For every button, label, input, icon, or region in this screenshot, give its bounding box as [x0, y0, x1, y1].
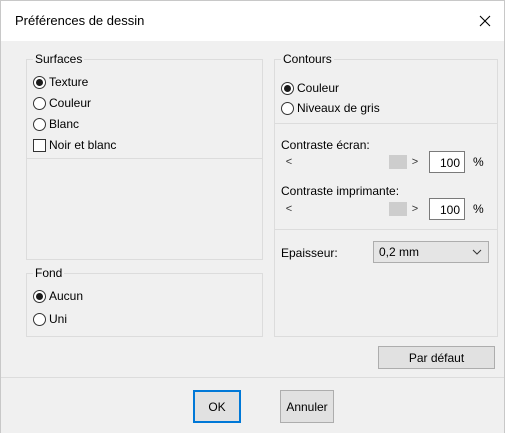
checkbox-indicator: [33, 138, 46, 152]
scroll-left-arrow[interactable]: <: [281, 154, 297, 170]
radio-surface-texture[interactable]: Texture: [33, 74, 88, 90]
thickness-label: Epaisseur:: [281, 246, 338, 260]
radio-label: Blanc: [49, 117, 80, 131]
checkbox-noir-et-blanc[interactable]: Noir et blanc: [33, 137, 116, 153]
dialog-footer: OK Annuler: [1, 377, 504, 433]
screen-contrast-scrollbar[interactable]: < >: [281, 154, 423, 170]
printer-contrast-scrollbar[interactable]: < >: [281, 201, 423, 217]
ok-button[interactable]: OK: [193, 390, 241, 423]
radio-label: Uni: [49, 312, 68, 326]
default-button[interactable]: Par défaut: [378, 346, 495, 369]
radio-surface-blanc[interactable]: Blanc: [33, 116, 79, 132]
radio-label: Couleur: [49, 96, 92, 110]
surfaces-group: Surfaces Texture Couleur Blanc Noir et b…: [26, 52, 263, 260]
radio-fond-uni[interactable]: Uni: [33, 311, 67, 327]
scroll-right-arrow[interactable]: >: [407, 201, 423, 217]
thickness-value: 0,2 mm: [379, 245, 420, 259]
scroll-thumb[interactable]: [389, 202, 407, 216]
fond-legend: Fond: [33, 266, 65, 280]
printer-contrast-label: Contraste imprimante:: [281, 184, 400, 198]
radio-indicator: [281, 81, 294, 95]
dialog-title: Préférences de dessin: [15, 13, 145, 28]
radio-indicator: [33, 96, 46, 110]
radio-label: Niveaux de gris: [297, 101, 380, 115]
screen-contrast-unit: %: [473, 155, 484, 169]
radio-surface-couleur[interactable]: Couleur: [33, 95, 91, 111]
radio-indicator: [33, 117, 46, 131]
radio-indicator: [33, 289, 46, 303]
surfaces-separator: [27, 158, 262, 159]
close-button[interactable]: [472, 9, 498, 33]
thickness-dropdown[interactable]: 0,2 mm: [373, 241, 489, 263]
radio-indicator: [33, 312, 46, 326]
radio-label: Texture: [49, 75, 89, 89]
surfaces-legend: Surfaces: [33, 52, 85, 66]
scroll-right-arrow[interactable]: >: [407, 154, 423, 170]
title-bar: Préférences de dessin: [1, 1, 504, 41]
radio-label: Couleur: [297, 81, 340, 95]
radio-fond-aucun[interactable]: Aucun: [33, 288, 83, 304]
radio-indicator: [281, 101, 294, 115]
contours-separator-bottom: [275, 229, 497, 230]
printer-contrast-value[interactable]: 100: [429, 198, 465, 220]
printer-contrast-unit: %: [473, 202, 484, 216]
contours-legend: Contours: [281, 52, 334, 66]
chevron-down-icon: [472, 249, 482, 255]
screen-contrast-value[interactable]: 100: [429, 151, 465, 173]
contours-separator-top: [275, 123, 497, 124]
dialog-body: Surfaces Texture Couleur Blanc Noir et b…: [1, 41, 504, 377]
radio-contours-couleur[interactable]: Couleur: [281, 80, 339, 96]
screen-contrast-label: Contraste écran:: [281, 138, 370, 152]
radio-indicator: [33, 75, 46, 89]
cancel-button[interactable]: Annuler: [280, 390, 334, 423]
close-icon: [479, 15, 491, 27]
contours-group: Contours Couleur Niveaux de gris Contras…: [274, 52, 498, 337]
radio-contours-niveaux-de-gris[interactable]: Niveaux de gris: [281, 100, 380, 116]
scroll-left-arrow[interactable]: <: [281, 201, 297, 217]
scroll-thumb[interactable]: [389, 155, 407, 169]
checkbox-label: Noir et blanc: [49, 138, 117, 152]
radio-label: Aucun: [49, 289, 84, 303]
drawing-preferences-dialog: Préférences de dessin Surfaces Texture C…: [0, 0, 505, 433]
fond-group: Fond Aucun Uni: [26, 266, 263, 337]
